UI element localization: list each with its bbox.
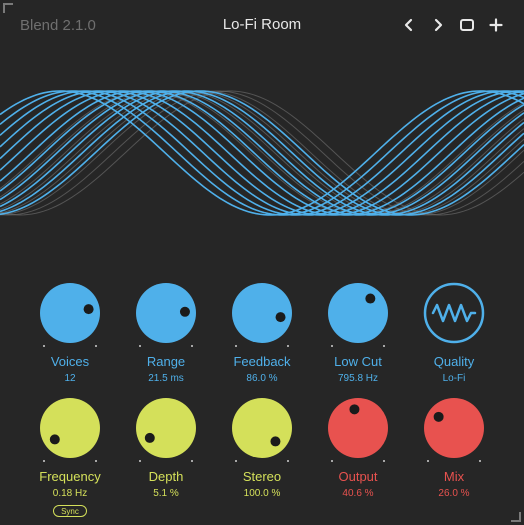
knob-dial[interactable] (34, 396, 106, 468)
knob-label: Feedback (233, 354, 291, 369)
range-knob[interactable]: Range 21.5 ms (118, 281, 214, 384)
knob-label: Frequency (39, 469, 101, 484)
quality-selector[interactable]: Quality Lo-Fi (406, 281, 502, 384)
next-preset-button[interactable] (427, 14, 449, 36)
chevron-left-icon (404, 18, 413, 32)
prev-preset-button[interactable] (398, 14, 420, 36)
knob-indicator (49, 434, 60, 445)
knob-label: Stereo (242, 469, 282, 484)
knob-indicator (83, 304, 94, 315)
feedback-knob[interactable]: Feedback 86.0 % (214, 281, 310, 384)
knob-dial[interactable] (130, 396, 202, 468)
knob-value: 21.5 ms (148, 373, 184, 384)
knob-indicator (275, 312, 286, 323)
knob-dial[interactable] (130, 281, 202, 353)
voices-knob[interactable]: Voices 12 (22, 281, 118, 384)
window-icon (460, 19, 474, 31)
plus-icon (489, 18, 503, 32)
knob-indicator (365, 293, 376, 304)
knob-label: Mix (443, 469, 465, 484)
waveform-display (0, 90, 524, 216)
stereo-knob[interactable]: Stereo 100.0 % (214, 396, 310, 499)
knob-value: 40.6 % (342, 488, 374, 499)
knob-dial[interactable] (418, 396, 490, 468)
knob-value: 12 (64, 373, 76, 384)
plugin-version: Blend 2.1.0 (20, 17, 96, 34)
mix-knob[interactable]: Mix 26.0 % (406, 396, 502, 499)
knob-label: Output (338, 469, 378, 484)
knob-label: Depth (148, 469, 184, 484)
knob-dial[interactable] (34, 281, 106, 353)
depth-knob[interactable]: Depth 5.1 % (118, 396, 214, 499)
quality-button[interactable] (418, 281, 490, 353)
chevron-right-icon (434, 18, 443, 32)
waveform-line (0, 90, 524, 216)
knob-value: 795.8 Hz (337, 373, 379, 384)
knob-indicator (144, 432, 155, 443)
sync-button[interactable]: Sync (53, 505, 87, 517)
resize-handle[interactable] (511, 512, 521, 522)
knob-indicator (349, 404, 360, 415)
add-preset-button[interactable] (485, 14, 507, 36)
knob-label: Quality (433, 354, 475, 369)
window-button[interactable] (456, 14, 478, 36)
knob-label: Voices (50, 354, 90, 369)
knob-value: 5.1 % (153, 488, 179, 499)
knob-value: 26.0 % (438, 488, 470, 499)
frequency-knob[interactable]: Frequency 0.18 Hz Sync (22, 396, 118, 517)
knob-value: Lo-Fi (442, 373, 466, 384)
output-knob[interactable]: Output 40.6 % (310, 396, 406, 499)
knob-indicator (270, 436, 281, 447)
knob-dial[interactable] (322, 396, 394, 468)
knob-indicator (433, 411, 444, 422)
knob-value: 0.18 Hz (52, 488, 88, 499)
knob-value: 100.0 % (243, 488, 281, 499)
header-bar: Blend 2.1.0 Lo-Fi Room (0, 0, 524, 52)
knob-dial[interactable] (322, 281, 394, 353)
wave-icon (431, 303, 477, 323)
knob-indicator (179, 306, 190, 317)
knob-label: Range (146, 354, 186, 369)
knob-value: 86.0 % (246, 373, 278, 384)
knob-dial[interactable] (226, 281, 298, 353)
knob-label: Low Cut (334, 354, 382, 369)
knob-dial[interactable] (226, 396, 298, 468)
low-cut-knob[interactable]: Low Cut 795.8 Hz (310, 281, 406, 384)
